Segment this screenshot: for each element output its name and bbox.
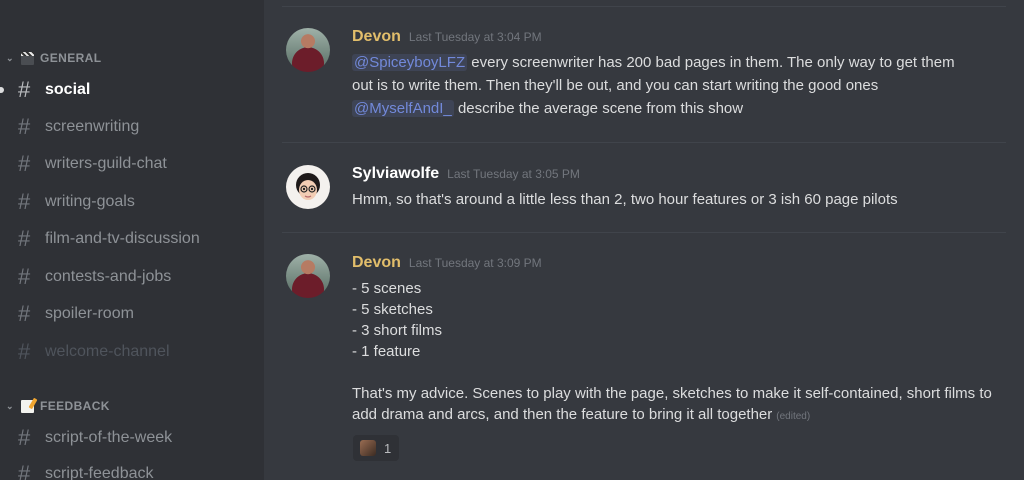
channel-writing-goals[interactable]: # writing-goals — [18, 188, 135, 216]
message-group: Devon Last Tuesday at 3:04 PM @Spiceyboy… — [264, 28, 1024, 128]
channel-sidebar: ⌄ GENERAL # social # screenwriting # wri… — [0, 0, 264, 480]
avatar[interactable] — [286, 254, 330, 298]
reaction-count: 1 — [384, 440, 392, 456]
channel-name: welcome-channel — [45, 343, 170, 360]
channel-social[interactable]: # social — [18, 76, 90, 104]
message-line: out is to write them. Then they'll be ou… — [352, 77, 879, 94]
channel-film-and-tv-discussion[interactable]: # film-and-tv-discussion — [18, 225, 200, 253]
message-header: Devon Last Tuesday at 3:09 PM — [352, 254, 542, 274]
category-label: GENERAL — [40, 51, 102, 65]
avatar[interactable] — [286, 28, 330, 72]
category-general[interactable]: ⌄ GENERAL — [6, 48, 101, 68]
list-item: - 3 short films — [352, 322, 443, 339]
channel-name: contests-and-jobs — [45, 268, 172, 285]
author-name[interactable]: Devon — [352, 254, 401, 272]
hashtag-icon: # — [18, 425, 31, 450]
message-line: Hmm, so that's around a little less than… — [352, 191, 898, 208]
channel-name: screenwriting — [45, 118, 140, 135]
hashtag-icon: # — [18, 226, 31, 251]
user-mention[interactable]: @MyselfAndI_ — [352, 100, 454, 117]
message-divider — [282, 6, 1006, 7]
avatar[interactable] — [286, 165, 330, 209]
timestamp: Last Tuesday at 3:04 PM — [408, 30, 542, 44]
hashtag-icon: # — [18, 189, 31, 214]
chevron-down-icon: ⌄ — [6, 400, 14, 411]
channel-welcome-channel[interactable]: # welcome-channel — [18, 338, 170, 366]
message-divider — [282, 142, 1006, 143]
channel-name: writing-goals — [45, 193, 135, 210]
channel-contests-and-jobs[interactable]: # contests-and-jobs — [18, 263, 171, 291]
hashtag-icon: # — [18, 301, 31, 326]
hashtag-icon: # — [18, 151, 31, 176]
timestamp: Last Tuesday at 3:05 PM — [447, 167, 580, 181]
list-item: - 5 sketches — [352, 301, 433, 318]
channel-name: script-feedback — [45, 465, 154, 480]
channel-name: spoiler-room — [45, 305, 134, 322]
memo-icon — [21, 399, 34, 413]
hashtag-icon: # — [18, 114, 31, 139]
category-feedback[interactable]: ⌄ FEEDBACK — [6, 396, 110, 416]
hashtag-icon: # — [18, 339, 31, 364]
hashtag-icon: # — [18, 264, 31, 289]
message-text: every screenwriter has 200 bad pages in … — [471, 54, 955, 71]
channel-name: script-of-the-week — [45, 429, 173, 446]
edited-label: (edited) — [776, 411, 811, 422]
channel-name: social — [45, 81, 91, 98]
avatar-illustration — [296, 173, 320, 200]
message-line: @MyselfAndI_ describe the average scene … — [352, 100, 743, 117]
channel-screenwriting[interactable]: # screenwriting — [18, 113, 139, 141]
message-group: Devon Last Tuesday at 3:09 PM - 5 scenes… — [264, 254, 1024, 464]
message-line: That's my advice. Scenes to play with th… — [352, 385, 992, 402]
channel-name: film-and-tv-discussion — [45, 230, 200, 247]
message-divider — [282, 232, 1006, 233]
channel-writers-guild-chat[interactable]: # writers-guild-chat — [18, 150, 167, 178]
message-group: Sylviawolfe Last Tuesday at 3:05 PM Hmm,… — [264, 165, 1024, 215]
message-line: add drama and arcs, and then the feature… — [352, 406, 810, 423]
message-text: describe the average scene from this sho… — [457, 100, 744, 117]
unread-indicator — [0, 87, 4, 93]
message-text: add drama and arcs, and then the feature… — [352, 406, 773, 423]
hashtag-icon: # — [18, 461, 31, 480]
timestamp: Last Tuesday at 3:09 PM — [408, 256, 542, 270]
category-label: FEEDBACK — [40, 399, 110, 413]
channel-name: writers-guild-chat — [45, 155, 167, 172]
reaction-button[interactable]: 1 — [353, 435, 399, 461]
list-item: - 1 feature — [352, 343, 421, 360]
reaction-emoji-icon — [360, 440, 376, 456]
channel-spoiler-room[interactable]: # spoiler-room — [18, 300, 134, 328]
message-line: @SpiceyboyLFZ every screenwriter has 200… — [352, 54, 955, 71]
message-header: Devon Last Tuesday at 3:04 PM — [352, 28, 542, 48]
message-area: Devon Last Tuesday at 3:04 PM @Spiceyboy… — [264, 0, 1024, 480]
clapper-board-icon — [21, 51, 34, 65]
author-name[interactable]: Sylviawolfe — [352, 165, 439, 183]
user-mention[interactable]: @SpiceyboyLFZ — [352, 54, 468, 71]
chevron-down-icon: ⌄ — [6, 52, 14, 63]
author-name[interactable]: Devon — [352, 28, 401, 46]
hashtag-icon: # — [18, 77, 31, 102]
channel-script-feedback[interactable]: # script-feedback — [18, 460, 154, 480]
list-item: - 5 scenes — [352, 280, 422, 297]
message-header: Sylviawolfe Last Tuesday at 3:05 PM — [352, 165, 580, 185]
channel-script-of-the-week[interactable]: # script-of-the-week — [18, 424, 172, 452]
